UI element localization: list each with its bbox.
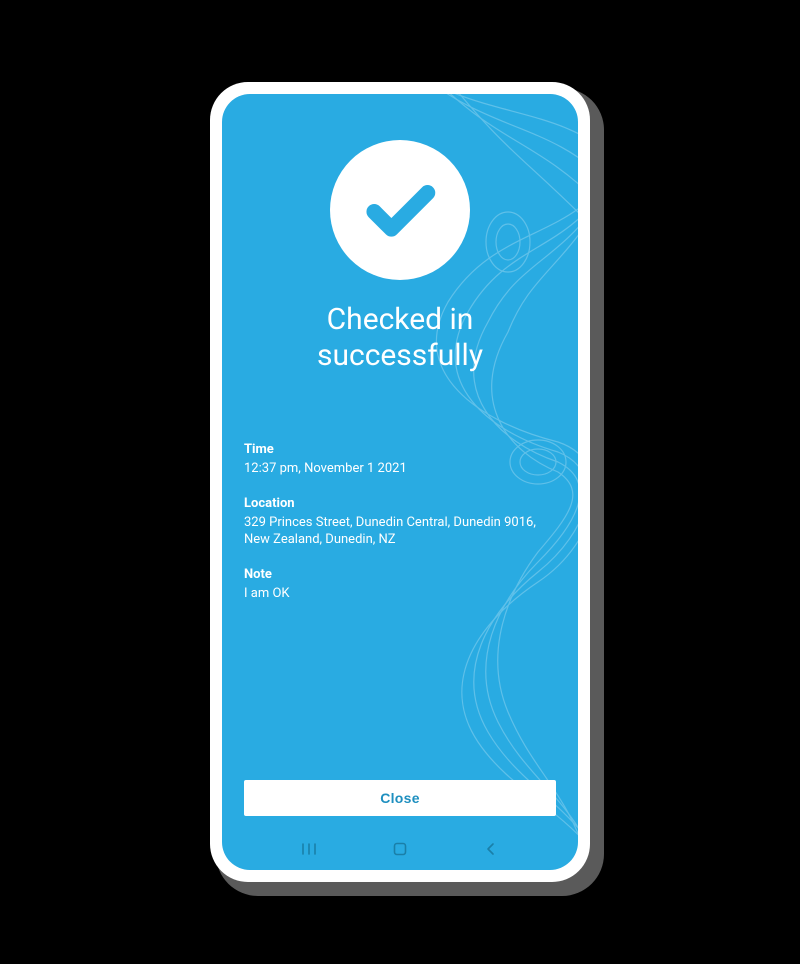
time-value: 12:37 pm, November 1 2021 <box>244 460 556 478</box>
note-label: Note <box>244 567 556 582</box>
note-block: Note I am OK <box>244 567 556 603</box>
close-button[interactable]: Close <box>244 780 556 816</box>
content-area: Checked in successfully Time 12:37 pm, N… <box>222 94 578 780</box>
page-title: Checked in successfully <box>270 302 530 374</box>
checkmark-icon <box>330 140 470 280</box>
back-icon[interactable] <box>481 839 501 859</box>
phone-frame: Checked in successfully Time 12:37 pm, N… <box>210 82 590 882</box>
hero-section: Checked in successfully <box>244 94 556 374</box>
time-block: Time 12:37 pm, November 1 2021 <box>244 442 556 478</box>
button-area: Close <box>222 780 578 832</box>
home-icon[interactable] <box>390 839 410 859</box>
recent-apps-icon[interactable] <box>299 839 319 859</box>
location-block: Location 329 Princes Street, Dunedin Cen… <box>244 496 556 549</box>
details-section: Time 12:37 pm, November 1 2021 Location … <box>244 442 556 620</box>
note-value: I am OK <box>244 585 556 603</box>
location-value: 329 Princes Street, Dunedin Central, Dun… <box>244 514 556 549</box>
android-nav-bar <box>222 832 578 870</box>
location-label: Location <box>244 496 556 511</box>
screen: Checked in successfully Time 12:37 pm, N… <box>222 94 578 870</box>
time-label: Time <box>244 442 556 457</box>
